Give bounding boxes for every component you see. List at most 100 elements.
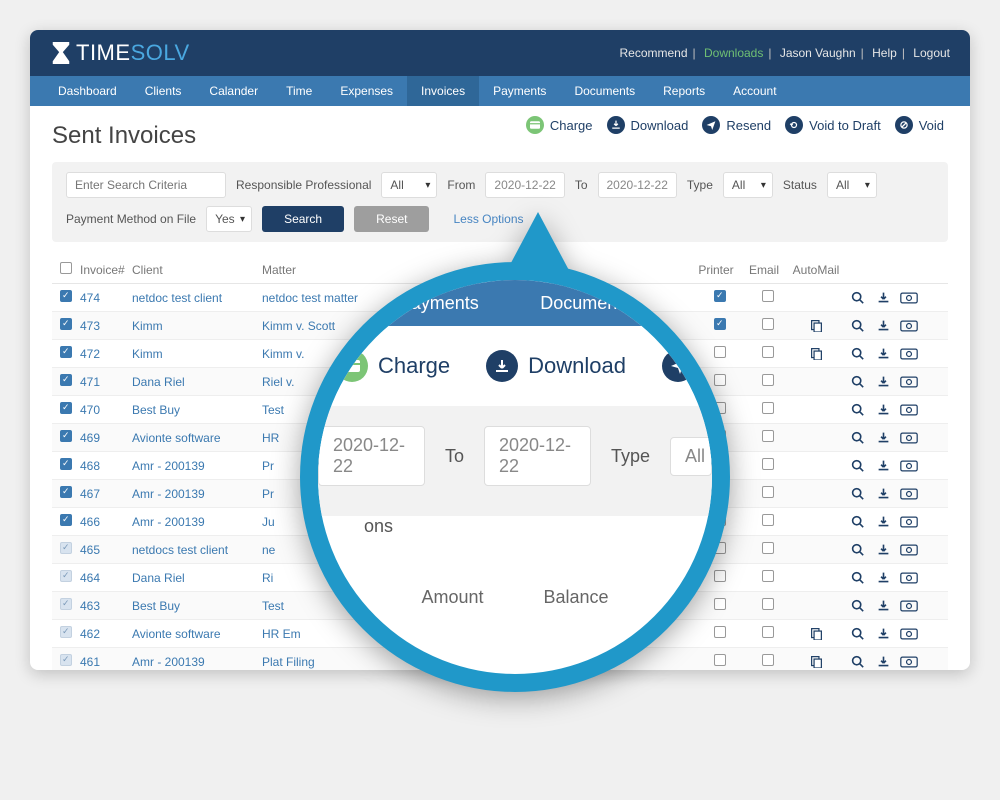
- lens-download[interactable]: Download: [486, 350, 626, 382]
- lens-nav-payments[interactable]: Payments: [399, 293, 479, 314]
- nav-invoices[interactable]: Invoices: [407, 76, 479, 106]
- lens-resend[interactable]: [662, 350, 694, 382]
- email-checkbox[interactable]: [762, 654, 774, 666]
- download-icon[interactable]: [870, 431, 896, 444]
- payment-icon[interactable]: [896, 376, 922, 388]
- view-icon[interactable]: [844, 291, 870, 304]
- select-all-checkbox[interactable]: [60, 262, 72, 274]
- row-checkbox[interactable]: [60, 346, 72, 358]
- copy-icon[interactable]: [788, 347, 844, 360]
- nav-dashboard[interactable]: Dashboard: [44, 76, 131, 106]
- row-checkbox[interactable]: [60, 542, 72, 554]
- client-link[interactable]: netdoc test client: [132, 291, 262, 305]
- reset-button[interactable]: Reset: [354, 206, 429, 232]
- row-checkbox[interactable]: [60, 290, 72, 302]
- download-action[interactable]: Download: [607, 116, 689, 134]
- view-icon[interactable]: [844, 431, 870, 444]
- void-draft-action[interactable]: Void to Draft: [785, 116, 881, 134]
- email-checkbox[interactable]: [762, 542, 774, 554]
- view-icon[interactable]: [844, 347, 870, 360]
- copy-icon[interactable]: [788, 655, 844, 668]
- lens-charge[interactable]: Charge: [336, 350, 450, 382]
- copy-icon[interactable]: [788, 319, 844, 332]
- invoice-number[interactable]: 462: [80, 627, 132, 641]
- invoice-number[interactable]: 470: [80, 403, 132, 417]
- email-checkbox[interactable]: [762, 402, 774, 414]
- invoice-number[interactable]: 474: [80, 291, 132, 305]
- email-checkbox[interactable]: [762, 290, 774, 302]
- email-checkbox[interactable]: [762, 486, 774, 498]
- resend-action[interactable]: Resend: [702, 116, 771, 134]
- payment-icon[interactable]: [896, 460, 922, 472]
- download-icon[interactable]: [870, 459, 896, 472]
- email-checkbox[interactable]: [762, 626, 774, 638]
- nav-time[interactable]: Time: [272, 76, 326, 106]
- to-date[interactable]: 2020-12-22: [598, 172, 677, 198]
- row-checkbox[interactable]: [60, 430, 72, 442]
- view-icon[interactable]: [844, 543, 870, 556]
- lens-from-date[interactable]: 2020-12-22: [318, 426, 425, 486]
- download-icon[interactable]: [870, 347, 896, 360]
- view-icon[interactable]: [844, 459, 870, 472]
- download-icon[interactable]: [870, 627, 896, 640]
- row-checkbox[interactable]: [60, 458, 72, 470]
- lens-nav-documents[interactable]: Documents: [540, 293, 631, 314]
- invoice-number[interactable]: 461: [80, 655, 132, 669]
- download-icon[interactable]: [870, 319, 896, 332]
- charge-action[interactable]: Charge: [526, 116, 593, 134]
- payment-icon[interactable]: [896, 544, 922, 556]
- client-link[interactable]: Avionte software: [132, 431, 262, 445]
- payment-icon[interactable]: [896, 320, 922, 332]
- row-checkbox[interactable]: [60, 654, 72, 666]
- row-checkbox[interactable]: [60, 486, 72, 498]
- invoice-number[interactable]: 469: [80, 431, 132, 445]
- download-icon[interactable]: [870, 571, 896, 584]
- client-link[interactable]: Best Buy: [132, 599, 262, 613]
- void-action[interactable]: Void: [895, 116, 944, 134]
- view-icon[interactable]: [844, 375, 870, 388]
- client-link[interactable]: Dana Riel: [132, 375, 262, 389]
- nav-payments[interactable]: Payments: [479, 76, 560, 106]
- payment-icon[interactable]: [896, 348, 922, 360]
- client-link[interactable]: Kimm: [132, 319, 262, 333]
- invoice-number[interactable]: 463: [80, 599, 132, 613]
- search-button[interactable]: Search: [262, 206, 344, 232]
- nav-clients[interactable]: Clients: [131, 76, 196, 106]
- status-select[interactable]: All: [827, 172, 877, 198]
- client-link[interactable]: Dana Riel: [132, 571, 262, 585]
- logout-link[interactable]: Logout: [913, 46, 950, 60]
- type-select[interactable]: All: [723, 172, 773, 198]
- download-icon[interactable]: [870, 543, 896, 556]
- email-checkbox[interactable]: [762, 374, 774, 386]
- copy-icon[interactable]: [788, 627, 844, 640]
- nav-calendar[interactable]: Calander: [195, 76, 272, 106]
- row-checkbox[interactable]: [60, 570, 72, 582]
- client-link[interactable]: Amr - 200139: [132, 487, 262, 501]
- payment-icon[interactable]: [896, 572, 922, 584]
- payment-method-select[interactable]: Yes: [206, 206, 252, 232]
- download-icon[interactable]: [870, 599, 896, 612]
- payment-icon[interactable]: [896, 404, 922, 416]
- view-icon[interactable]: [844, 571, 870, 584]
- lens-to-date[interactable]: 2020-12-22: [484, 426, 591, 486]
- nav-expenses[interactable]: Expenses: [326, 76, 407, 106]
- view-icon[interactable]: [844, 599, 870, 612]
- download-icon[interactable]: [870, 487, 896, 500]
- downloads-link[interactable]: Downloads: [704, 46, 763, 60]
- email-checkbox[interactable]: [762, 346, 774, 358]
- download-icon[interactable]: [870, 515, 896, 528]
- invoice-number[interactable]: 471: [80, 375, 132, 389]
- row-checkbox[interactable]: [60, 514, 72, 526]
- invoice-number[interactable]: 466: [80, 515, 132, 529]
- client-link[interactable]: Amr - 200139: [132, 515, 262, 529]
- row-checkbox[interactable]: [60, 374, 72, 386]
- payment-icon[interactable]: [896, 628, 922, 640]
- download-icon[interactable]: [870, 291, 896, 304]
- view-icon[interactable]: [844, 655, 870, 668]
- lens-type-select[interactable]: All: [670, 437, 712, 476]
- from-date[interactable]: 2020-12-22: [485, 172, 564, 198]
- email-checkbox[interactable]: [762, 458, 774, 470]
- invoice-number[interactable]: 472: [80, 347, 132, 361]
- nav-reports[interactable]: Reports: [649, 76, 719, 106]
- nav-account[interactable]: Account: [719, 76, 790, 106]
